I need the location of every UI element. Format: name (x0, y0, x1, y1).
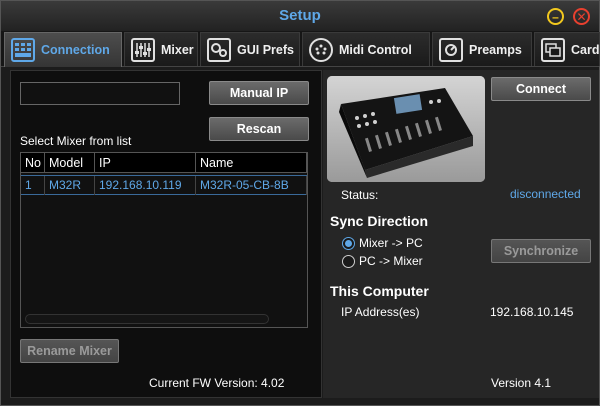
rescan-button[interactable]: Rescan (209, 117, 309, 141)
column-header-no[interactable]: No (21, 153, 45, 173)
minimize-button[interactable]: – (547, 8, 564, 25)
tab-label: Connection (41, 43, 110, 57)
setup-window: Setup – ✕ Connection Mixer GUI Prefs Mid… (0, 0, 600, 406)
connect-button[interactable]: Connect (491, 77, 591, 101)
column-header-ip[interactable]: IP (95, 153, 196, 173)
this-computer-title: This Computer (330, 283, 429, 299)
cell-no: 1 (21, 176, 45, 195)
cell-model: M32R (45, 176, 95, 195)
tab-bar: Connection Mixer GUI Prefs Midi Control … (1, 31, 600, 67)
tab-preamps[interactable]: Preamps (432, 32, 532, 66)
radio-pc-to-mixer[interactable] (342, 255, 355, 268)
mixer-image (327, 76, 485, 182)
tab-midi-control[interactable]: Midi Control (302, 32, 430, 66)
select-mixer-label: Select Mixer from list (20, 134, 132, 148)
sync-direction-title: Sync Direction (330, 213, 429, 229)
status-label: Status: (341, 188, 379, 202)
rename-mixer-button[interactable]: Rename Mixer (20, 339, 119, 363)
gears-icon (207, 37, 231, 62)
ip-address-value: 192.168.10.145 (490, 305, 574, 319)
manual-ip-button[interactable]: Manual IP (209, 81, 309, 105)
table-header: No Model IP Name (21, 153, 307, 173)
radio-mixer-to-pc[interactable] (342, 237, 355, 250)
knob-icon (439, 37, 463, 62)
table-row[interactable]: 1 M32R 192.168.10.119 M32R-05-CB-8B (21, 175, 307, 195)
tab-label: Mixer (161, 42, 194, 57)
radio-label-mixer-to-pc: Mixer -> PC (359, 236, 423, 250)
tab-mixer[interactable]: Mixer (124, 32, 198, 66)
tab-label: Midi Control (339, 42, 412, 57)
radio-label-pc-to-mixer: PC -> Mixer (359, 254, 423, 268)
horizontal-scrollbar[interactable] (25, 314, 269, 324)
version-text: Version 4.1 (491, 376, 552, 390)
ip-addresses-label: IP Address(es) (341, 305, 420, 319)
mixer-table: No Model IP Name 1 M32R 192.168.10.119 M… (20, 152, 308, 328)
cell-name: M32R-05-CB-8B (196, 176, 307, 195)
close-button[interactable]: ✕ (573, 8, 590, 25)
tab-label: Card (571, 42, 600, 57)
status-value: disconnected (510, 187, 581, 201)
tab-gui-prefs[interactable]: GUI Prefs (200, 32, 300, 66)
faders-icon (131, 37, 155, 62)
tab-label: Preamps (469, 42, 522, 57)
tab-card[interactable]: Card (534, 32, 600, 66)
midi-port-icon (309, 37, 333, 62)
grid-icon (11, 38, 35, 62)
card-icon (541, 37, 565, 62)
synchronize-button[interactable]: Synchronize (491, 239, 591, 263)
cell-ip: 192.168.10.119 (95, 176, 196, 195)
column-header-model[interactable]: Model (45, 153, 95, 173)
column-header-name[interactable]: Name (196, 153, 307, 173)
title-bar: Setup – ✕ (1, 1, 599, 31)
window-title: Setup (279, 7, 321, 24)
ip-input[interactable] (20, 82, 180, 105)
tab-label: GUI Prefs (237, 42, 294, 57)
fw-version-text: Current FW Version: 4.02 (149, 376, 285, 390)
tab-connection[interactable]: Connection (4, 32, 122, 67)
